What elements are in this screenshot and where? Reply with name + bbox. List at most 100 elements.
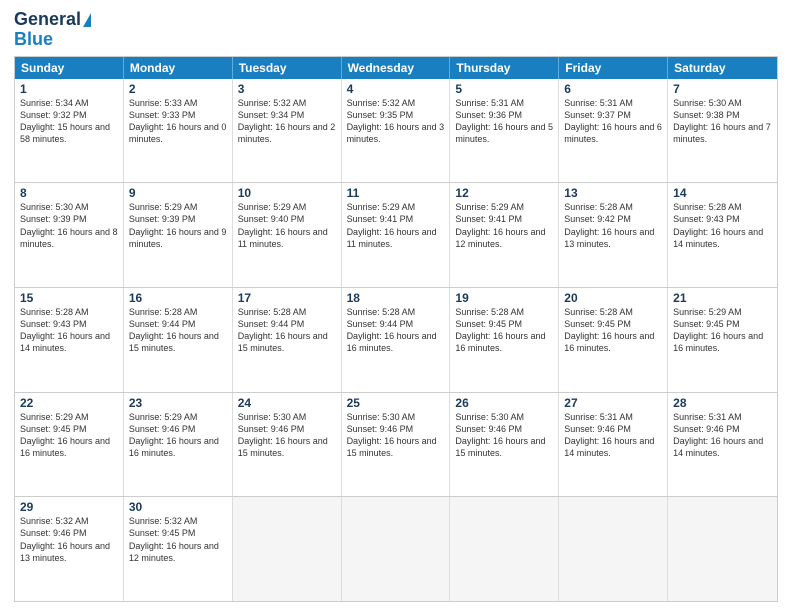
cell-info: Sunrise: 5:28 AMSunset: 9:43 PMDaylight:…: [20, 306, 118, 355]
day-number: 30: [129, 500, 227, 514]
calendar-header-monday: Monday: [124, 57, 233, 79]
cell-info: Sunrise: 5:30 AMSunset: 9:46 PMDaylight:…: [347, 411, 445, 460]
day-number: 7: [673, 82, 772, 96]
calendar-header-saturday: Saturday: [668, 57, 777, 79]
calendar-header-thursday: Thursday: [450, 57, 559, 79]
cell-info: Sunrise: 5:31 AMSunset: 9:37 PMDaylight:…: [564, 97, 662, 146]
day-number: 2: [129, 82, 227, 96]
calendar-day-18: 18Sunrise: 5:28 AMSunset: 9:44 PMDayligh…: [342, 288, 451, 392]
cell-info: Sunrise: 5:28 AMSunset: 9:44 PMDaylight:…: [347, 306, 445, 355]
calendar-day-10: 10Sunrise: 5:29 AMSunset: 9:40 PMDayligh…: [233, 183, 342, 287]
calendar-day-11: 11Sunrise: 5:29 AMSunset: 9:41 PMDayligh…: [342, 183, 451, 287]
calendar-day-7: 7Sunrise: 5:30 AMSunset: 9:38 PMDaylight…: [668, 79, 777, 183]
calendar-day-4: 4Sunrise: 5:32 AMSunset: 9:35 PMDaylight…: [342, 79, 451, 183]
calendar-day-16: 16Sunrise: 5:28 AMSunset: 9:44 PMDayligh…: [124, 288, 233, 392]
day-number: 16: [129, 291, 227, 305]
day-number: 11: [347, 186, 445, 200]
day-number: 18: [347, 291, 445, 305]
calendar-header-row: SundayMondayTuesdayWednesdayThursdayFrid…: [15, 57, 777, 79]
calendar-week-2: 8Sunrise: 5:30 AMSunset: 9:39 PMDaylight…: [15, 183, 777, 288]
cell-info: Sunrise: 5:29 AMSunset: 9:45 PMDaylight:…: [20, 411, 118, 460]
calendar-day-12: 12Sunrise: 5:29 AMSunset: 9:41 PMDayligh…: [450, 183, 559, 287]
calendar-day-1: 1Sunrise: 5:34 AMSunset: 9:32 PMDaylight…: [15, 79, 124, 183]
cell-info: Sunrise: 5:29 AMSunset: 9:45 PMDaylight:…: [673, 306, 772, 355]
day-number: 14: [673, 186, 772, 200]
calendar-empty-cell: [342, 497, 451, 601]
cell-info: Sunrise: 5:30 AMSunset: 9:46 PMDaylight:…: [455, 411, 553, 460]
day-number: 28: [673, 396, 772, 410]
calendar-day-23: 23Sunrise: 5:29 AMSunset: 9:46 PMDayligh…: [124, 393, 233, 497]
cell-info: Sunrise: 5:34 AMSunset: 9:32 PMDaylight:…: [20, 97, 118, 146]
calendar-day-21: 21Sunrise: 5:29 AMSunset: 9:45 PMDayligh…: [668, 288, 777, 392]
day-number: 25: [347, 396, 445, 410]
calendar-day-25: 25Sunrise: 5:30 AMSunset: 9:46 PMDayligh…: [342, 393, 451, 497]
day-number: 4: [347, 82, 445, 96]
day-number: 19: [455, 291, 553, 305]
day-number: 8: [20, 186, 118, 200]
calendar-day-29: 29Sunrise: 5:32 AMSunset: 9:46 PMDayligh…: [15, 497, 124, 601]
cell-info: Sunrise: 5:30 AMSunset: 9:39 PMDaylight:…: [20, 201, 118, 250]
cell-info: Sunrise: 5:28 AMSunset: 9:42 PMDaylight:…: [564, 201, 662, 250]
cell-info: Sunrise: 5:32 AMSunset: 9:46 PMDaylight:…: [20, 515, 118, 564]
cell-info: Sunrise: 5:29 AMSunset: 9:46 PMDaylight:…: [129, 411, 227, 460]
cell-info: Sunrise: 5:30 AMSunset: 9:46 PMDaylight:…: [238, 411, 336, 460]
cell-info: Sunrise: 5:28 AMSunset: 9:44 PMDaylight:…: [238, 306, 336, 355]
calendar-day-13: 13Sunrise: 5:28 AMSunset: 9:42 PMDayligh…: [559, 183, 668, 287]
cell-info: Sunrise: 5:28 AMSunset: 9:44 PMDaylight:…: [129, 306, 227, 355]
calendar-empty-cell: [233, 497, 342, 601]
calendar-day-6: 6Sunrise: 5:31 AMSunset: 9:37 PMDaylight…: [559, 79, 668, 183]
day-number: 27: [564, 396, 662, 410]
cell-info: Sunrise: 5:29 AMSunset: 9:41 PMDaylight:…: [347, 201, 445, 250]
calendar-header-sunday: Sunday: [15, 57, 124, 79]
calendar-day-8: 8Sunrise: 5:30 AMSunset: 9:39 PMDaylight…: [15, 183, 124, 287]
cell-info: Sunrise: 5:29 AMSunset: 9:39 PMDaylight:…: [129, 201, 227, 250]
day-number: 22: [20, 396, 118, 410]
calendar-week-5: 29Sunrise: 5:32 AMSunset: 9:46 PMDayligh…: [15, 497, 777, 601]
day-number: 20: [564, 291, 662, 305]
calendar-day-9: 9Sunrise: 5:29 AMSunset: 9:39 PMDaylight…: [124, 183, 233, 287]
logo-blue-text: Blue: [14, 30, 53, 50]
page-header: General Blue: [14, 10, 778, 50]
calendar-day-14: 14Sunrise: 5:28 AMSunset: 9:43 PMDayligh…: [668, 183, 777, 287]
cell-info: Sunrise: 5:31 AMSunset: 9:46 PMDaylight:…: [564, 411, 662, 460]
calendar-header-tuesday: Tuesday: [233, 57, 342, 79]
cell-info: Sunrise: 5:29 AMSunset: 9:41 PMDaylight:…: [455, 201, 553, 250]
calendar: SundayMondayTuesdayWednesdayThursdayFrid…: [14, 56, 778, 602]
calendar-empty-cell: [450, 497, 559, 601]
cell-info: Sunrise: 5:31 AMSunset: 9:46 PMDaylight:…: [673, 411, 772, 460]
calendar-day-30: 30Sunrise: 5:32 AMSunset: 9:45 PMDayligh…: [124, 497, 233, 601]
day-number: 17: [238, 291, 336, 305]
cell-info: Sunrise: 5:29 AMSunset: 9:40 PMDaylight:…: [238, 201, 336, 250]
calendar-day-2: 2Sunrise: 5:33 AMSunset: 9:33 PMDaylight…: [124, 79, 233, 183]
calendar-header-friday: Friday: [559, 57, 668, 79]
cell-info: Sunrise: 5:28 AMSunset: 9:43 PMDaylight:…: [673, 201, 772, 250]
calendar-week-4: 22Sunrise: 5:29 AMSunset: 9:45 PMDayligh…: [15, 393, 777, 498]
calendar-week-1: 1Sunrise: 5:34 AMSunset: 9:32 PMDaylight…: [15, 79, 777, 184]
cell-info: Sunrise: 5:28 AMSunset: 9:45 PMDaylight:…: [455, 306, 553, 355]
calendar-day-17: 17Sunrise: 5:28 AMSunset: 9:44 PMDayligh…: [233, 288, 342, 392]
calendar-day-24: 24Sunrise: 5:30 AMSunset: 9:46 PMDayligh…: [233, 393, 342, 497]
calendar-body: 1Sunrise: 5:34 AMSunset: 9:32 PMDaylight…: [15, 79, 777, 601]
day-number: 12: [455, 186, 553, 200]
cell-info: Sunrise: 5:33 AMSunset: 9:33 PMDaylight:…: [129, 97, 227, 146]
calendar-day-20: 20Sunrise: 5:28 AMSunset: 9:45 PMDayligh…: [559, 288, 668, 392]
calendar-day-26: 26Sunrise: 5:30 AMSunset: 9:46 PMDayligh…: [450, 393, 559, 497]
cell-info: Sunrise: 5:31 AMSunset: 9:36 PMDaylight:…: [455, 97, 553, 146]
day-number: 29: [20, 500, 118, 514]
logo-general: General: [14, 10, 81, 30]
cell-info: Sunrise: 5:32 AMSunset: 9:34 PMDaylight:…: [238, 97, 336, 146]
calendar-week-3: 15Sunrise: 5:28 AMSunset: 9:43 PMDayligh…: [15, 288, 777, 393]
calendar-empty-cell: [668, 497, 777, 601]
calendar-day-3: 3Sunrise: 5:32 AMSunset: 9:34 PMDaylight…: [233, 79, 342, 183]
calendar-day-5: 5Sunrise: 5:31 AMSunset: 9:36 PMDaylight…: [450, 79, 559, 183]
day-number: 15: [20, 291, 118, 305]
cell-info: Sunrise: 5:30 AMSunset: 9:38 PMDaylight:…: [673, 97, 772, 146]
logo: General Blue: [14, 10, 91, 50]
day-number: 3: [238, 82, 336, 96]
cell-info: Sunrise: 5:28 AMSunset: 9:45 PMDaylight:…: [564, 306, 662, 355]
calendar-day-28: 28Sunrise: 5:31 AMSunset: 9:46 PMDayligh…: [668, 393, 777, 497]
calendar-day-15: 15Sunrise: 5:28 AMSunset: 9:43 PMDayligh…: [15, 288, 124, 392]
cell-info: Sunrise: 5:32 AMSunset: 9:35 PMDaylight:…: [347, 97, 445, 146]
day-number: 1: [20, 82, 118, 96]
calendar-day-19: 19Sunrise: 5:28 AMSunset: 9:45 PMDayligh…: [450, 288, 559, 392]
